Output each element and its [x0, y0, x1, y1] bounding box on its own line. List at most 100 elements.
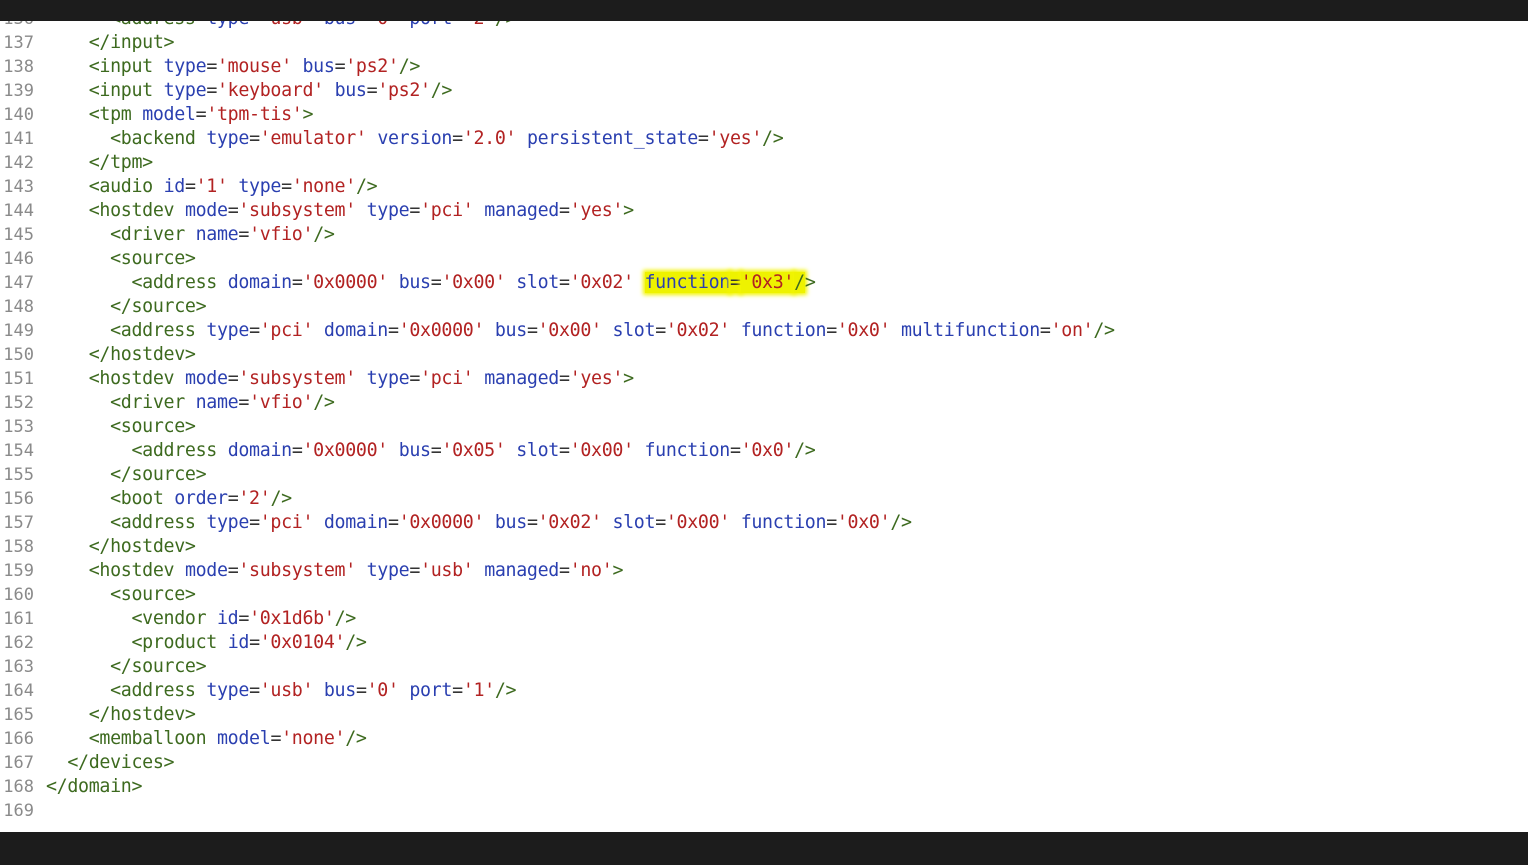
code-token: <address	[110, 21, 196, 29]
code-token: 'vfio'	[249, 392, 314, 413]
code-token: =	[291, 272, 303, 293]
code-line[interactable]: 162 <product id='0x0104'/>	[0, 631, 1528, 655]
code-token: type	[366, 560, 410, 581]
code-line[interactable]: 148 </source>	[0, 295, 1528, 319]
code-token: type	[366, 368, 410, 389]
code-token: model	[142, 104, 196, 125]
code-token: 'pci'	[420, 200, 474, 221]
code-line[interactable]: 156 <boot order='2'/>	[0, 487, 1528, 511]
line-number: 147	[3, 273, 34, 293]
line-number: 138	[3, 57, 34, 77]
code-token: 'subsystem'	[238, 368, 356, 389]
code-token: </hostdev>	[88, 536, 196, 557]
code-token: slot	[516, 440, 559, 461]
code-line[interactable]: 145 <driver name='vfio'/>	[0, 223, 1528, 247]
code-line[interactable]: 136 <address type='usb' bus='0' port='2'…	[0, 21, 1528, 31]
code-token: domain	[227, 440, 292, 461]
code-token: >	[612, 560, 624, 581]
code-token: >	[623, 368, 634, 389]
code-token: />	[430, 80, 453, 101]
code-line[interactable]: 168 </domain>	[0, 775, 1528, 799]
code-token: <audio	[88, 176, 153, 197]
code-token: type	[206, 21, 249, 29]
code-line[interactable]: 138 <input type='mouse' bus='ps2'/>	[0, 55, 1528, 79]
code-token: 'yes'	[569, 200, 624, 221]
code-token: type	[206, 128, 250, 149]
code-token: function	[740, 320, 827, 341]
code-line[interactable]: 151 <hostdev mode='subsystem' type='pci'…	[0, 367, 1528, 391]
code-token: '0x02'	[537, 512, 602, 533]
code-line[interactable]: 146 <source>	[0, 247, 1528, 271]
code-line[interactable]: 150 </hostdev>	[0, 343, 1528, 367]
code-line[interactable]: 154 <address domain='0x0000' bus='0x05' …	[0, 439, 1528, 463]
code-line[interactable]: 139 <input type='keyboard' bus='ps2'/>	[0, 79, 1528, 103]
code-token: '0x02'	[665, 320, 730, 341]
code-token: </devices>	[67, 752, 175, 773]
code-token: bus	[324, 21, 356, 29]
line-number: 145	[3, 225, 34, 245]
code-line[interactable]: 169	[0, 799, 1528, 823]
line-text: </hostdev>	[46, 703, 196, 727]
code-line[interactable]: 149 <address type='pci' domain='0x0000' …	[0, 319, 1528, 343]
code-token: />	[398, 56, 421, 77]
code-token: mode	[184, 368, 228, 389]
code-line[interactable]: 163 </source>	[0, 655, 1528, 679]
code-line[interactable]: 164 <address type='usb' bus='0' port='1'…	[0, 679, 1528, 703]
code-line[interactable]: 137 </input>	[0, 31, 1528, 55]
code-line[interactable]: 141 <backend type='emulator' version='2.…	[0, 127, 1528, 151]
code-line[interactable]: 142 </tpm>	[0, 151, 1528, 175]
code-token: port	[409, 680, 453, 701]
code-token: domain	[227, 272, 292, 293]
code-token: <vendor	[131, 608, 207, 629]
code-line[interactable]: 152 <driver name='vfio'/>	[0, 391, 1528, 415]
code-token: =	[409, 368, 421, 389]
line-text: <address domain='0x0000' bus='0x00' slot…	[46, 271, 816, 295]
code-token: 'subsystem'	[238, 560, 356, 581]
code-line[interactable]: 157 <address type='pci' domain='0x0000' …	[0, 511, 1528, 535]
code-line[interactable]: 153 <source>	[0, 415, 1528, 439]
code-editor[interactable]: 136 <address type='usb' bus='0' port='2'…	[0, 21, 1528, 832]
code-line[interactable]: 143 <audio id='1' type='none'/>	[0, 175, 1528, 199]
code-token: mode	[184, 200, 228, 221]
line-number: 141	[3, 129, 34, 149]
line-text: <address type='usb' bus='0' port='2'/>	[46, 21, 516, 31]
code-line[interactable]: 166 <memballoon model='none'/>	[0, 727, 1528, 751]
code-line[interactable]: 158 </hostdev>	[0, 535, 1528, 559]
code-line[interactable]: 161 <vendor id='0x1d6b'/>	[0, 607, 1528, 631]
line-text: <tpm model='tpm-tis'>	[46, 103, 314, 127]
line-number: 161	[3, 609, 34, 629]
line-text: <address type='pci' domain='0x0000' bus=…	[46, 511, 912, 535]
code-line[interactable]: 147 <address domain='0x0000' bus='0x00' …	[0, 271, 1528, 295]
code-line[interactable]: 165 </hostdev>	[0, 703, 1528, 727]
code-line[interactable]: 144 <hostdev mode='subsystem' type='pci'…	[0, 199, 1528, 223]
code-line[interactable]: 160 <source>	[0, 583, 1528, 607]
code-token: '2.0'	[462, 128, 517, 149]
code-token: 'ps2'	[377, 80, 431, 101]
code-token: =	[559, 200, 570, 221]
code-line[interactable]: 140 <tpm model='tpm-tis'>	[0, 103, 1528, 127]
code-line[interactable]: 167 </devices>	[0, 751, 1528, 775]
code-token: type	[206, 320, 250, 341]
code-token: <hostdev	[88, 560, 175, 581]
code-token: model	[217, 728, 271, 749]
code-line[interactable]: 159 <hostdev mode='subsystem' type='usb'…	[0, 559, 1528, 583]
code-token: </source>	[110, 296, 207, 317]
code-line[interactable]: 155 </source>	[0, 463, 1528, 487]
code-token: =	[730, 440, 741, 461]
code-token: =	[249, 320, 260, 341]
code-token: =	[559, 560, 570, 581]
